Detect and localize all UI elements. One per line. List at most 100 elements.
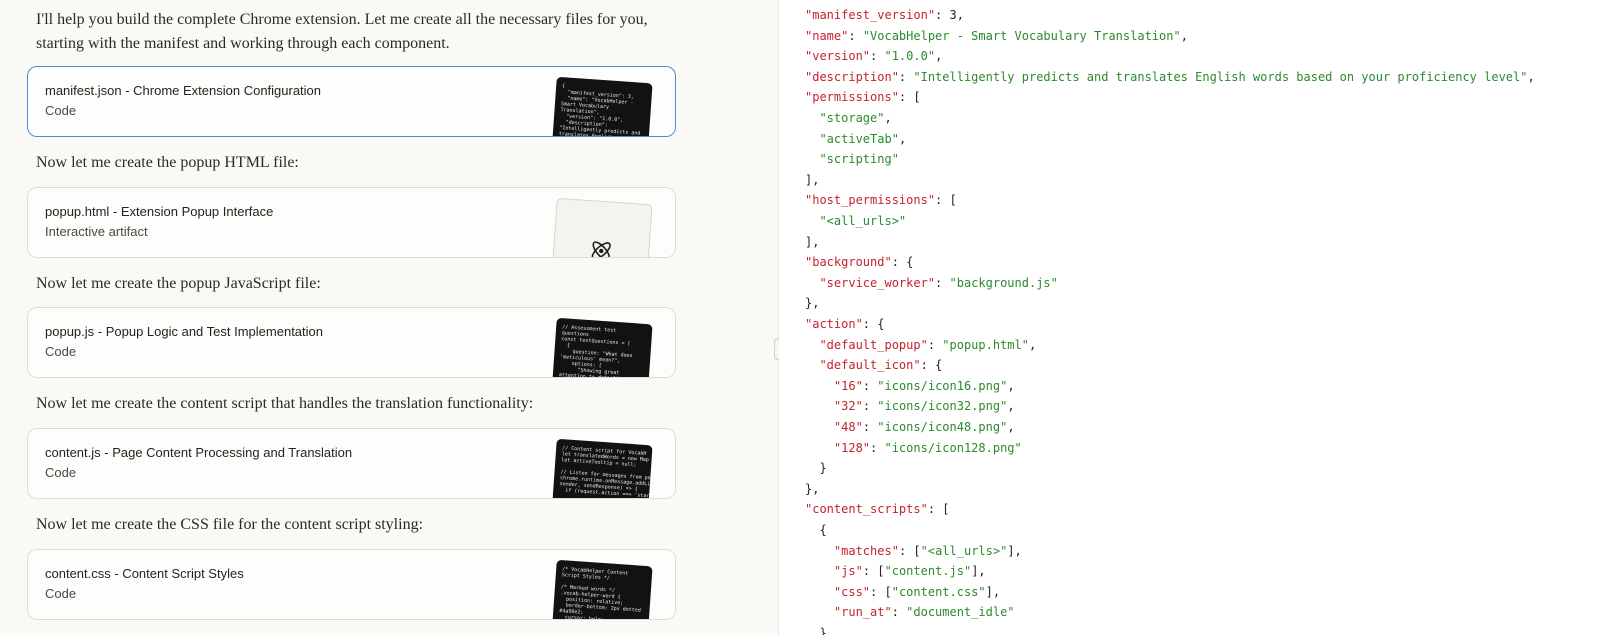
code-string-token: "icons/icon32.png" [877, 399, 1008, 414]
code-token: , [1180, 28, 1188, 43]
code-key-token: "js" [833, 564, 863, 579]
code-token: : [ [927, 502, 950, 517]
code-token: , [1007, 399, 1015, 414]
assistant-message: Now let me create the content script tha… [36, 395, 534, 412]
code-line: }, [805, 293, 819, 313]
code-string-token: "storage" [819, 111, 885, 125]
code-line: "content_scripts": [ [805, 499, 950, 519]
code-string-token: "<all_urls>" [920, 543, 1008, 558]
code-token: : [ [870, 584, 892, 599]
artifact-title: content.css - Content Script Styles [45, 566, 244, 581]
code-line: "32": "icons/icon32.png", [805, 396, 1015, 416]
code-preview-thumbnail: /* VocabHelper Content Script Styles */ … [551, 559, 653, 620]
code-line: "activeTab", [805, 129, 906, 149]
code-key-token: "default_popup" [819, 337, 928, 352]
code-token: } [805, 626, 827, 635]
code-string-token: "document_idle" [906, 605, 1015, 620]
code-viewer[interactable]: "manifest_version": 3, "name": "VocabHelp… [779, 0, 1600, 635]
code-key-token: "48" [833, 420, 863, 434]
code-preview-text: // Content script for VocabH let transla… [559, 445, 651, 499]
code-preview-thumbnail: // Assessment test questions const testQ… [551, 317, 653, 377]
code-line: ], [805, 232, 819, 252]
interactive-preview-thumbnail [551, 197, 653, 257]
code-token: }, [805, 296, 820, 311]
artifact-title: manifest.json - Chrome Extension Configu… [45, 83, 322, 98]
code-line: "permissions": [ [805, 87, 921, 107]
artifact-card-content-css[interactable]: content.css - Content Script Styles Code… [27, 549, 676, 620]
code-token: : { [920, 358, 943, 373]
code-token: , [1527, 69, 1535, 84]
code-string-token: "icons/icon48.png" [877, 420, 1008, 434]
artifact-card-popup-js[interactable]: popup.js - Popup Logic and Test Implemen… [27, 307, 676, 378]
code-key-token: "css" [833, 584, 871, 599]
code-token: } [805, 461, 827, 476]
code-line: "storage", [805, 108, 892, 128]
code-token: , [1007, 420, 1015, 434]
assistant-message: Now let me create the CSS file for the c… [36, 516, 424, 533]
code-line: } [805, 458, 827, 478]
assistant-message: Now let me create the popup HTML file: [36, 154, 299, 171]
code-token: : [927, 337, 943, 352]
code-line: "action": { [805, 314, 884, 334]
code-key-token: "version" [805, 49, 871, 64]
code-token: , [898, 131, 907, 146]
artifact-kind: Code [45, 344, 77, 359]
code-key-token: "action" [805, 317, 863, 331]
code-string-token: "content.js" [884, 564, 972, 579]
code-token: 3 [949, 8, 957, 22]
code-token: : [ [898, 90, 921, 105]
code-token: : [870, 49, 885, 64]
code-line: "description": "Intelligently predicts a… [805, 67, 1535, 87]
code-token: : [ [935, 193, 957, 208]
code-line: "default_icon": { [805, 355, 942, 375]
code-string-token: "activeTab" [819, 131, 899, 146]
code-key-token: "service_worker" [819, 275, 936, 290]
code-line: "scripting" [805, 149, 898, 169]
code-token: : [848, 28, 863, 43]
chat-pane: I'll help you build the complete Chrome … [0, 0, 778, 635]
code-token: : { [862, 317, 885, 331]
code-token: : [862, 420, 878, 434]
code-key-token: "content_scripts" [805, 502, 928, 517]
code-token: , [884, 111, 892, 125]
code-line: "background": { [805, 252, 913, 272]
artifact-kind: Code [45, 586, 77, 601]
artifact-title: popup.js - Popup Logic and Test Implemen… [45, 324, 323, 339]
artifact-card-manifest[interactable]: manifest.json - Chrome Extension Configu… [27, 66, 676, 137]
code-line: "matches": ["<all_urls>"], [805, 541, 1022, 561]
code-line: "48": "icons/icon48.png", [805, 417, 1015, 437]
code-line: "name": "VocabHelper - Smart Vocabulary … [805, 26, 1188, 46]
code-line: ], [805, 170, 819, 190]
code-string-token: "Intelligently predicts and translates E… [913, 69, 1528, 84]
code-token: ], [805, 172, 820, 187]
code-token: ], [1007, 543, 1022, 558]
code-token: : [935, 275, 950, 290]
code-line: } [805, 623, 827, 635]
code-key-token: "name" [805, 28, 849, 43]
code-token: , [1028, 337, 1037, 352]
code-token: : [891, 605, 907, 620]
code-key-token: "32" [833, 399, 863, 414]
code-token: : [935, 8, 950, 22]
code-token: ], [805, 234, 820, 249]
code-line: { [805, 520, 826, 540]
artifact-card-popup-html[interactable]: popup.html - Extension Popup Interface I… [27, 187, 676, 258]
atom-icon [587, 237, 615, 257]
code-preview-text: { "manifest_version": 3, "name": "VocabH… [558, 83, 641, 137]
code-token: : { [891, 255, 914, 270]
code-preview-thumbnail: // Content script for VocabH let transla… [551, 438, 653, 499]
artifact-title: popup.html - Extension Popup Interface [45, 204, 274, 219]
code-preview-text: /* VocabHelper Content Script Styles */ … [559, 566, 641, 620]
artifact-card-content-js[interactable]: content.js - Page Content Processing and… [27, 428, 676, 499]
